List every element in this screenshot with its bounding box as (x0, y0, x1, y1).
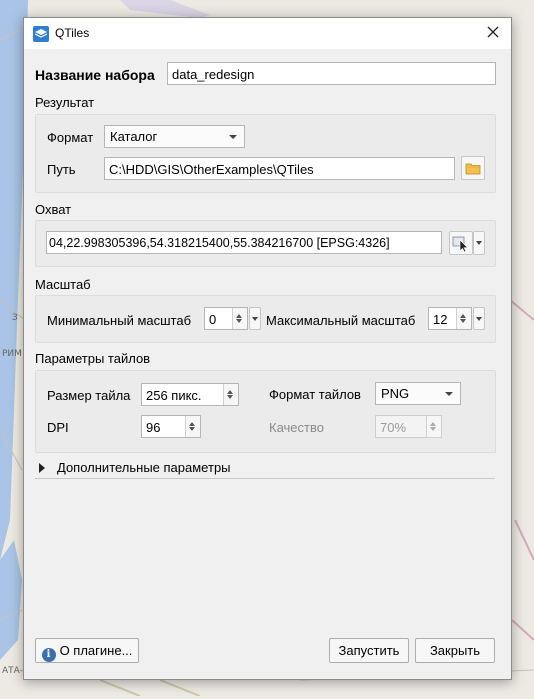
tile-format-label: Формат тайлов (269, 387, 361, 402)
extent-section-title: Охват (35, 202, 72, 217)
tile-format-value: PNG (381, 386, 410, 401)
title-bar[interactable]: QTiles (24, 18, 511, 49)
quality-label: Качество (269, 420, 324, 435)
qtiles-app-icon (33, 26, 49, 42)
output-format-select[interactable]: Каталог (104, 125, 245, 148)
about-plugin-label: О плагине... (59, 643, 133, 658)
map-label: З (12, 313, 18, 323)
extent-menu-button[interactable] (473, 231, 485, 255)
chevron-down-icon (252, 317, 258, 321)
extent-select-button[interactable] (449, 231, 473, 255)
run-button[interactable]: Запустить (329, 638, 409, 663)
close-button[interactable]: Закрыть (415, 638, 495, 663)
max-scale-spinbox[interactable]: 12 (428, 307, 472, 330)
tile-size-value: 256 пикс. (146, 388, 202, 403)
max-scale-label: Максимальный масштаб (266, 313, 416, 328)
max-scale-value: 12 (433, 312, 448, 327)
close-icon[interactable] (485, 24, 501, 40)
chevron-down-icon (445, 392, 453, 396)
dpi-value: 96 (146, 420, 161, 435)
result-section-title: Результат (35, 95, 95, 110)
tile-size-label: Размер тайла (47, 388, 131, 403)
window-title: QTiles (55, 26, 90, 40)
dataset-name-label: Название набора (35, 67, 155, 83)
chevron-down-icon (476, 241, 482, 245)
output-path-input[interactable]: C:\HDD\GIS\OtherExamples\QTiles (104, 157, 455, 180)
tile-format-select[interactable]: PNG (375, 382, 461, 405)
chevron-down-icon (476, 317, 482, 321)
min-scale-label: Минимальный масштаб (47, 313, 192, 328)
map-label: РИМ (2, 349, 22, 359)
expand-arrow-icon (39, 463, 45, 473)
tile-size-spinbox[interactable]: 256 пикс. (141, 383, 239, 406)
spin-buttons[interactable] (185, 416, 200, 437)
spin-buttons[interactable] (232, 308, 247, 329)
spin-buttons (426, 416, 441, 437)
quality-spinbox[interactable]: 70% (375, 415, 442, 438)
scale-section-title: Масштаб (35, 277, 91, 292)
browse-folder-button[interactable] (461, 156, 485, 180)
path-label: Путь (47, 162, 76, 177)
dpi-label: DPI (47, 420, 69, 435)
advanced-section-toggle[interactable]: Дополнительные параметры (35, 459, 495, 479)
tiles-section-title: Параметры тайлов (35, 351, 151, 366)
dataset-name-input[interactable]: data_redesign (167, 62, 496, 85)
advanced-section-label: Дополнительные параметры (57, 460, 231, 475)
format-label: Формат (47, 130, 94, 145)
folder-icon (465, 163, 481, 175)
info-icon: i (41, 648, 56, 662)
spin-buttons[interactable] (223, 384, 238, 405)
dpi-spinbox[interactable]: 96 (141, 415, 201, 438)
max-scale-menu-button[interactable] (473, 307, 485, 330)
qtiles-dialog: QTiles Название набора data_redesign Рез… (23, 17, 512, 680)
min-scale-value: 0 (209, 312, 217, 327)
min-scale-menu-button[interactable] (249, 307, 261, 330)
min-scale-spinbox[interactable]: 0 (204, 307, 248, 330)
divider (35, 478, 495, 479)
chevron-down-icon (229, 135, 237, 139)
quality-value: 70% (380, 420, 407, 435)
extent-input[interactable]: 04,22.998305396,54.318215400,55.38421670… (46, 231, 442, 254)
output-format-value: Каталог (110, 129, 158, 144)
spin-buttons[interactable] (456, 308, 471, 329)
about-plugin-button[interactable]: iО плагине... (35, 638, 139, 663)
map-cursor-icon (452, 236, 469, 253)
